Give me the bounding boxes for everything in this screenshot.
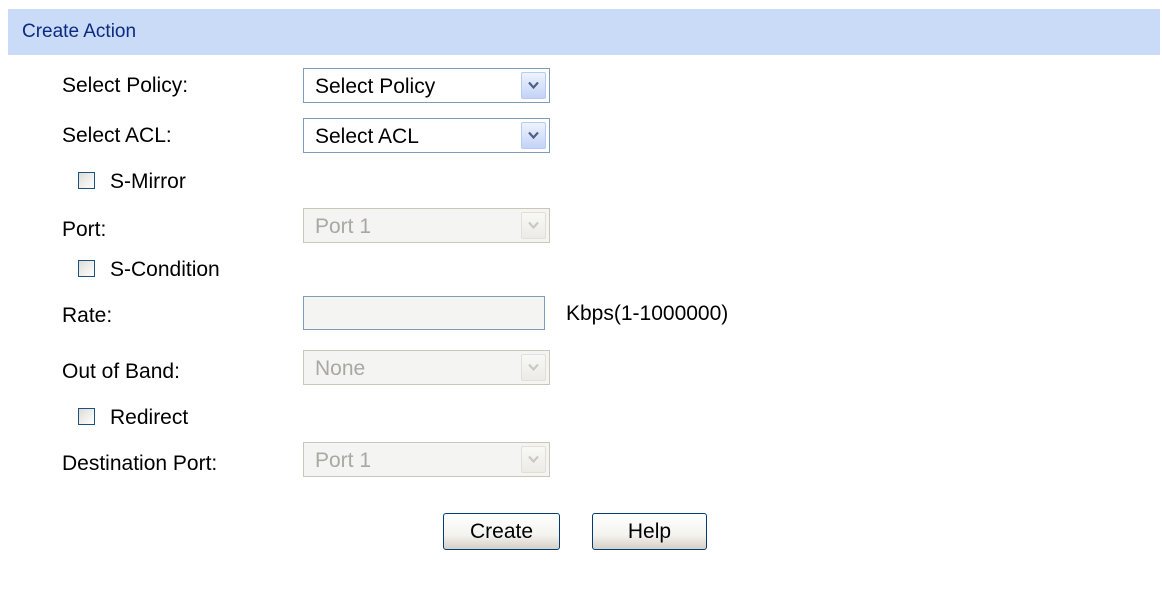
section-title: Create Action (22, 21, 137, 42)
destination-port-value: Port 1 (315, 449, 372, 472)
destination-port-label: Destination Port: (62, 452, 218, 475)
section-header: Create Action (8, 9, 1160, 55)
out-of-band-dropdown[interactable]: None (303, 350, 550, 385)
select-acl-value: Select ACL (315, 125, 419, 148)
chevron-down-icon (528, 81, 539, 90)
select-policy-dropdown[interactable]: Select Policy (303, 68, 550, 103)
destination-port-dropdown[interactable]: Port 1 (303, 442, 550, 477)
redirect-label: Redirect (110, 406, 189, 429)
select-acl-dropdown[interactable]: Select ACL (303, 118, 550, 153)
rate-label: Rate: (62, 304, 113, 327)
out-of-band-value: None (315, 357, 366, 380)
rate-input[interactable] (303, 296, 545, 330)
chevron-down-icon (528, 363, 539, 372)
rate-range-hint: Kbps(1-1000000) (566, 302, 729, 325)
s-mirror-checkbox[interactable] (78, 172, 95, 189)
mirror-port-arrow[interactable] (521, 212, 546, 239)
select-acl-label: Select ACL: (62, 124, 172, 147)
destination-port-arrow[interactable] (521, 446, 546, 473)
s-condition-label: S-Condition (110, 258, 220, 281)
chevron-down-icon (528, 455, 539, 464)
redirect-checkbox[interactable] (78, 408, 95, 425)
select-acl-arrow[interactable] (521, 122, 546, 149)
select-policy-arrow[interactable] (521, 72, 546, 99)
chevron-down-icon (528, 131, 539, 140)
s-condition-checkbox[interactable] (78, 260, 95, 277)
chevron-down-icon (528, 221, 539, 230)
select-policy-label: Select Policy: (62, 74, 189, 97)
mirror-port-label: Port: (62, 218, 107, 241)
mirror-port-value: Port 1 (315, 215, 372, 238)
out-of-band-arrow[interactable] (521, 354, 546, 381)
help-button[interactable]: Help (592, 513, 707, 550)
out-of-band-label: Out of Band: (62, 360, 180, 383)
select-policy-value: Select Policy (315, 75, 436, 98)
mirror-port-dropdown[interactable]: Port 1 (303, 208, 550, 243)
s-mirror-label: S-Mirror (110, 170, 186, 193)
create-button[interactable]: Create (443, 513, 560, 550)
